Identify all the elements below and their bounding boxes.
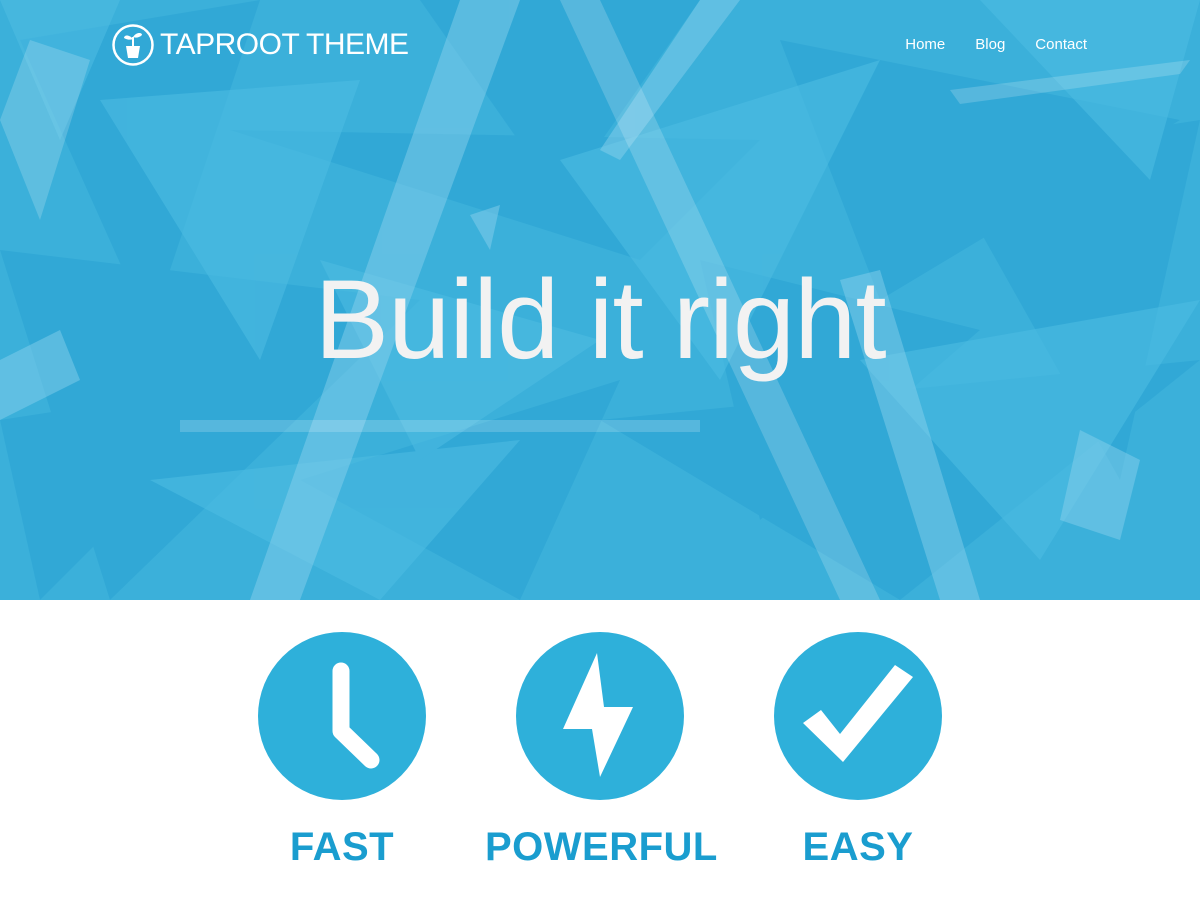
lightning-bolt-icon — [516, 632, 684, 800]
feature-fast: FAST — [227, 631, 457, 870]
features-section: FAST POWERFUL EASY — [0, 600, 1200, 900]
feature-powerful: POWERFUL — [485, 631, 718, 870]
site-header: TAPROOT THEME Home Blog Contact — [0, 0, 1200, 90]
feature-label-fast: FAST — [289, 825, 395, 869]
nav-item-home[interactable]: Home — [905, 36, 945, 53]
brand-link[interactable]: TAPROOT THEME — [112, 24, 409, 66]
clock-icon — [258, 632, 426, 800]
hero-section: TAPROOT THEME Home Blog Contact Build it… — [0, 0, 1200, 600]
checkmark-icon — [774, 632, 942, 800]
hero-title: Build it right — [314, 257, 886, 382]
potted-plant-icon — [112, 24, 154, 66]
nav-item-contact[interactable]: Contact — [1035, 36, 1087, 53]
nav-item-blog[interactable]: Blog — [975, 36, 1005, 53]
main-nav: Home Blog Contact — [905, 36, 1087, 53]
feature-label-easy: EASY — [802, 825, 914, 869]
brand-name: TAPROOT THEME — [160, 28, 409, 61]
feature-easy: EASY — [743, 631, 973, 870]
feature-label-powerful: POWERFUL — [485, 825, 718, 869]
